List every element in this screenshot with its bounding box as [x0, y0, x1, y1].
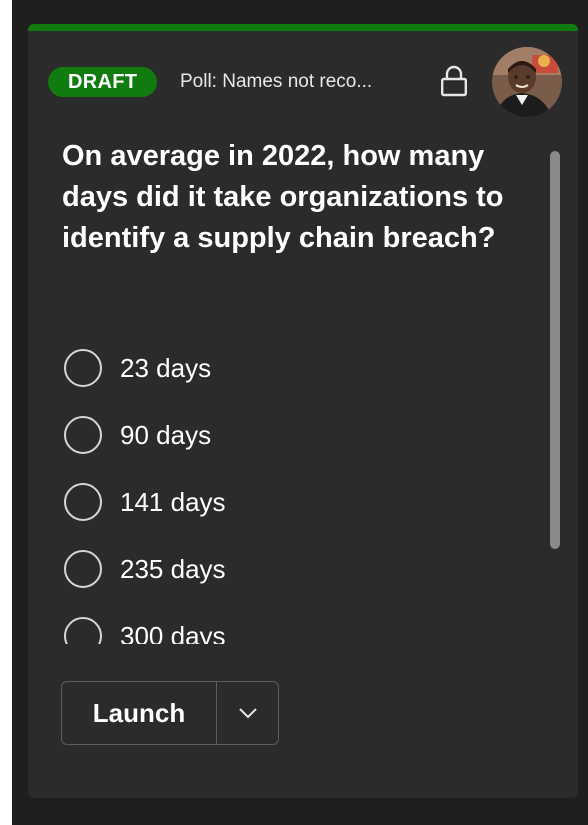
- radio-button[interactable]: [64, 349, 102, 387]
- window-edge: [0, 0, 12, 825]
- launch-split-button: Launch: [61, 681, 279, 745]
- poll-header: DRAFT Poll: Names not reco...: [48, 47, 562, 117]
- option-item-5[interactable]: 300 days: [64, 614, 484, 644]
- avatar[interactable]: [492, 47, 562, 117]
- lock-icon: [440, 64, 468, 98]
- chevron-down-icon: [239, 708, 257, 719]
- option-label: 141 days: [120, 487, 226, 517]
- launch-options-dropdown[interactable]: [217, 682, 278, 744]
- radio-button[interactable]: [64, 617, 102, 644]
- poll-card: DRAFT Poll: Names not reco... On average…: [28, 24, 578, 798]
- poll-title: Poll: Names not reco...: [180, 71, 373, 92]
- option-item-3[interactable]: 141 days: [64, 480, 484, 524]
- options-list: 23 days 90 days 141 days 235 days 300 da…: [56, 340, 516, 644]
- status-badge: DRAFT: [48, 67, 158, 97]
- option-item-2[interactable]: 90 days: [64, 413, 484, 457]
- option-item-4[interactable]: 235 days: [64, 547, 484, 591]
- poll-accent-bar: [28, 24, 578, 31]
- scrollbar-thumb[interactable]: [550, 151, 560, 549]
- radio-button[interactable]: [64, 550, 102, 588]
- option-label: 23 days: [120, 353, 212, 383]
- option-label: 300 days: [120, 621, 226, 644]
- option-label: 235 days: [120, 554, 226, 584]
- radio-button[interactable]: [64, 483, 102, 521]
- launch-button[interactable]: Launch: [62, 682, 216, 744]
- option-label: 90 days: [120, 420, 212, 450]
- poll-question: On average in 2022, how many days did it…: [62, 140, 504, 254]
- option-item-1[interactable]: 23 days: [64, 346, 484, 390]
- radio-button[interactable]: [64, 416, 102, 454]
